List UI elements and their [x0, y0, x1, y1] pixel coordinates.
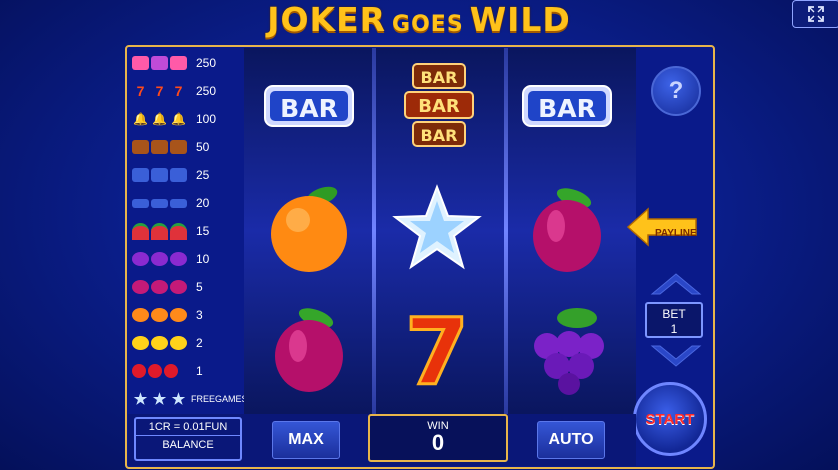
paytable-row: ★ ★ ★ FREEGAMES	[132, 388, 248, 410]
paytable-value: 3	[196, 308, 203, 322]
paytable-row: 777 250	[132, 80, 244, 102]
bet-value: 1	[670, 322, 678, 336]
paytable-value: 250	[196, 56, 217, 70]
paytable-value: 25	[196, 168, 210, 182]
bet-display: BET 1	[645, 302, 703, 338]
reel3-bar-symbol: BAR	[512, 56, 622, 156]
svg-text:BAR: BAR	[418, 96, 460, 117]
payline-arrow-icon	[626, 207, 697, 247]
reel-divider	[372, 48, 376, 414]
reel3-plum-symbol	[512, 178, 622, 278]
double-bar-icon	[132, 168, 192, 182]
balance-display: 1CR = 0.01FUN BALANCE	[134, 417, 242, 461]
cherry-icon	[132, 364, 192, 378]
fullscreen-icon	[808, 6, 824, 22]
title-goes: GOES	[392, 12, 464, 37]
joker-icon	[132, 56, 192, 70]
paytable-row: 10	[132, 248, 244, 270]
autoplay-button[interactable]: AUTO	[537, 421, 605, 459]
reel2-star-symbol	[382, 178, 492, 278]
plum-icon	[132, 280, 192, 294]
reel1-plum-symbol	[254, 298, 364, 398]
grapes-icon	[132, 252, 192, 266]
game-title: JOKER GOES WILD	[0, 0, 838, 42]
fullscreen-button[interactable]	[792, 0, 838, 28]
paytable-row: 🔔 🔔 🔔 100	[132, 108, 244, 130]
paytable-value: 100	[196, 112, 217, 126]
bet-label: BET	[662, 307, 686, 321]
reel-divider	[504, 48, 508, 414]
reel1-orange-symbol	[254, 178, 364, 278]
paytable-row: 250	[132, 52, 244, 74]
win-value: 0	[431, 430, 445, 455]
svg-text:BAR: BAR	[538, 94, 596, 123]
svg-text:BAR: BAR	[421, 68, 458, 87]
paytable-value: 15	[196, 224, 210, 238]
reel2-seven-symbol: 7	[382, 298, 492, 398]
lemon-icon	[132, 336, 192, 350]
svg-text:BAR: BAR	[421, 126, 458, 145]
start-label: START	[645, 410, 695, 428]
reel1-bar-symbol: BAR	[254, 56, 364, 156]
credit-rate: 1CR = 0.01FUN	[136, 419, 240, 436]
orange-icon	[132, 308, 192, 322]
paytable-value: 10	[196, 252, 210, 266]
paytable-row: 3	[132, 304, 244, 326]
svg-text:BAR: BAR	[280, 94, 338, 123]
paytable: 250 777 250 🔔 🔔 🔔 100 50 25 20 15 10 5 3…	[128, 48, 248, 414]
paytable-value: 50	[196, 140, 210, 154]
paytable-value: 2	[196, 336, 203, 350]
bet-increase-button[interactable]	[648, 270, 704, 296]
bell-icon: 🔔 🔔 🔔	[133, 112, 186, 126]
single-bar-icon	[132, 198, 192, 208]
win-display: WIN 0	[368, 414, 508, 462]
paytable-value: 5	[196, 280, 203, 294]
paytable-row: 25	[132, 164, 244, 186]
paytable-row: 1	[132, 360, 244, 382]
reel2-triple-bar-symbol: BAR BAR BAR	[382, 56, 492, 156]
paytable-value: FREEGAMES	[191, 394, 248, 404]
paytable-value: 20	[196, 196, 210, 210]
reel3-grapes-symbol	[512, 298, 622, 398]
watermelon-icon	[132, 222, 192, 240]
start-button[interactable]: START	[633, 382, 707, 456]
title-joker: JOKER	[267, 0, 387, 39]
star-icon: ★ ★ ★	[133, 391, 186, 408]
seven-icon: 777	[136, 83, 183, 99]
triple-bar-icon	[132, 140, 192, 154]
bet-decrease-button[interactable]	[648, 344, 704, 370]
help-icon: ?	[668, 77, 684, 104]
paytable-value: 1	[196, 364, 203, 378]
paytable-value: 250	[196, 84, 217, 98]
paytable-row: 15	[132, 220, 244, 242]
payline-label: PAYLINE	[655, 228, 697, 239]
balance-label: BALANCE	[162, 439, 214, 451]
paytable-row: 5	[132, 276, 244, 298]
paytable-row: 20	[132, 192, 244, 214]
paytable-row: 2	[132, 332, 244, 354]
svg-text:7: 7	[405, 300, 469, 396]
paytable-row: 50	[132, 136, 244, 158]
max-bet-button[interactable]: MAX	[272, 421, 340, 459]
help-button[interactable]: ?	[651, 66, 701, 116]
reels-area: BAR BAR BAR BAR 7 BAR	[244, 48, 636, 414]
title-wild: WILD	[469, 0, 571, 39]
